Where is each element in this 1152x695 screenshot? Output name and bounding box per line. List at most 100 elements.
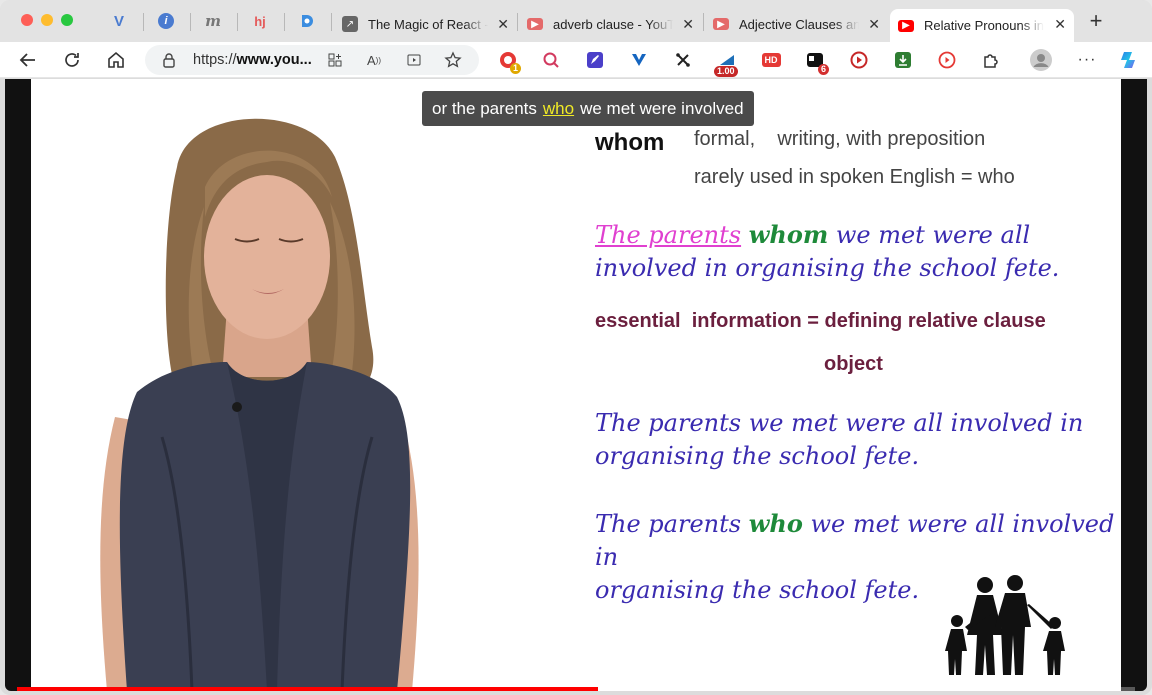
- slide-note: rarely used in spoken English = who: [694, 166, 1015, 188]
- youtube-icon: ▶: [713, 18, 729, 30]
- pinned-tab-hj[interactable]: hj: [249, 10, 271, 32]
- tab-title: adverb clause - YouTube: [553, 16, 673, 32]
- extension-download[interactable]: [892, 49, 914, 71]
- presenter-image: [100, 118, 419, 691]
- extension-cross-arrows[interactable]: [672, 49, 694, 71]
- avatar-icon: [1030, 49, 1052, 71]
- example-subject: The parents: [595, 221, 742, 249]
- m-logo-icon: m: [205, 12, 221, 30]
- relative-pronoun: who: [748, 509, 803, 538]
- youtube-icon: ▶: [527, 18, 543, 30]
- pinned-tab-m[interactable]: m: [202, 10, 224, 32]
- pinned-tab-vivaldi[interactable]: V: [108, 10, 130, 32]
- pinned-tab-info[interactable]: i: [155, 10, 177, 32]
- example-text: The parents: [595, 510, 749, 538]
- close-window-button[interactable]: [21, 14, 33, 26]
- url-text: https://www.you...: [193, 52, 312, 68]
- arrow-link-icon: ↗: [342, 16, 358, 32]
- slide-heading-whom: whom: [595, 129, 665, 156]
- tab-relative-pronouns[interactable]: ▶ Relative Pronouns in ✕: [890, 9, 1074, 42]
- app-available-icon[interactable]: [325, 50, 345, 70]
- pen-icon: [587, 52, 603, 68]
- tab-title: Relative Pronouns in: [924, 18, 1044, 33]
- reload-icon: [65, 53, 79, 67]
- play-circle-icon: [850, 51, 868, 69]
- v-logo-icon: [632, 54, 646, 66]
- cross-arrows-icon: [676, 53, 690, 67]
- video-progress-fill: [17, 687, 599, 691]
- play-outline-icon: [938, 51, 956, 69]
- speed-controller-icon: [720, 55, 734, 65]
- extension-hd[interactable]: HD: [760, 49, 782, 71]
- copilot-button[interactable]: [1118, 49, 1140, 71]
- copilot-icon: [1121, 52, 1135, 68]
- tab-magic-of-react[interactable]: ↗ The Magic of React - ✕: [334, 9, 517, 39]
- download-icon: [895, 52, 911, 68]
- lock-icon: [163, 53, 175, 68]
- slide-note: formal, writing, with preposition: [694, 128, 986, 150]
- slide-explanation: essential information = defining relativ…: [595, 310, 1046, 332]
- example-sentence-omitted: The parents we met were all involved in …: [595, 407, 1083, 473]
- video-player[interactable]: or the parents who we met were involved wh…: [5, 79, 1147, 691]
- address-bar[interactable]: https://www.you... A)): [145, 45, 479, 75]
- caption-text: or the parents: [432, 99, 537, 118]
- browser-window: V i m hj ↗ The Magic of React - ✕ ▶ adve…: [0, 0, 1152, 695]
- close-tab-icon[interactable]: ✕: [1054, 16, 1066, 33]
- slide-label-object: object: [824, 353, 883, 375]
- example-text: organising the school fete.: [595, 576, 920, 604]
- vivaldi-v-icon: V: [113, 12, 124, 30]
- more-options-button[interactable]: ···: [1076, 49, 1098, 71]
- caption-highlight: who: [542, 99, 575, 118]
- example-sentence-whom: The parents whom we met were all involve…: [595, 218, 1059, 285]
- home-icon: [108, 51, 124, 68]
- extension-pen[interactable]: [584, 49, 606, 71]
- fullscreen-window-button[interactable]: [61, 14, 73, 26]
- extension-video-speed[interactable]: 1.00: [714, 49, 738, 77]
- home-button[interactable]: [104, 48, 128, 72]
- magnifier-icon: [543, 52, 559, 68]
- reload-button[interactable]: [60, 48, 84, 72]
- tab-adjective-clauses[interactable]: ▶ Adjective Clauses and ✕: [705, 9, 888, 39]
- favorite-star-icon[interactable]: [443, 50, 463, 70]
- back-button[interactable]: [16, 48, 40, 72]
- read-aloud-icon[interactable]: A)): [364, 50, 384, 70]
- close-tab-icon[interactable]: ✕: [868, 16, 880, 33]
- video-frame: or the parents who we met were involved wh…: [31, 79, 1121, 691]
- immersive-reader-icon[interactable]: [404, 50, 424, 70]
- new-tab-button[interactable]: +: [1086, 10, 1106, 32]
- navigation-toolbar: https://www.you... A)) 1 1.00 HD 6 ···: [0, 42, 1152, 78]
- puzzle-icon: [984, 54, 998, 68]
- tab-title: Adjective Clauses and: [739, 16, 859, 32]
- info-icon: i: [158, 13, 174, 29]
- extension-record[interactable]: 1: [497, 49, 521, 74]
- extension-v[interactable]: [628, 49, 650, 71]
- hj-logo-icon: hj: [254, 13, 266, 29]
- extension-player[interactable]: [936, 49, 958, 71]
- closed-caption: or the parents who we met were involved: [422, 91, 754, 126]
- example-text: The parents we met were all involved in: [595, 409, 1084, 437]
- relative-pronoun: whom: [748, 220, 829, 249]
- close-tab-icon[interactable]: ✕: [682, 16, 694, 33]
- extension-badge: 6: [817, 64, 829, 75]
- close-tab-icon[interactable]: ✕: [497, 16, 509, 33]
- hd-icon: HD: [761, 53, 781, 67]
- tab-title: The Magic of React -: [368, 16, 488, 32]
- example-text: we met were all: [828, 221, 1031, 249]
- pinned-tab-d[interactable]: [296, 10, 318, 32]
- example-text: involved in organising the school fete.: [595, 254, 1060, 282]
- profile-button[interactable]: [1030, 49, 1052, 71]
- extension-dark[interactable]: 6: [804, 49, 829, 75]
- video-progress-bar[interactable]: [17, 687, 1135, 691]
- extension-youtube-control[interactable]: [848, 49, 870, 71]
- d-logo-icon: [302, 15, 313, 27]
- example-text: organising the school fete.: [595, 442, 920, 470]
- minimize-window-button[interactable]: [41, 14, 53, 26]
- extension-badge: 1: [509, 63, 521, 74]
- back-arrow-icon: [19, 53, 35, 67]
- caption-text: we met were involved: [580, 99, 744, 118]
- family-silhouette-icon: [945, 575, 1065, 675]
- extensions-button[interactable]: [980, 49, 1002, 71]
- extension-search-magnifier[interactable]: [540, 49, 562, 71]
- tab-strip: V i m hj ↗ The Magic of React - ✕ ▶ adve…: [0, 0, 1152, 42]
- tab-adverb-clause[interactable]: ▶ adverb clause - YouTube ✕: [519, 9, 702, 39]
